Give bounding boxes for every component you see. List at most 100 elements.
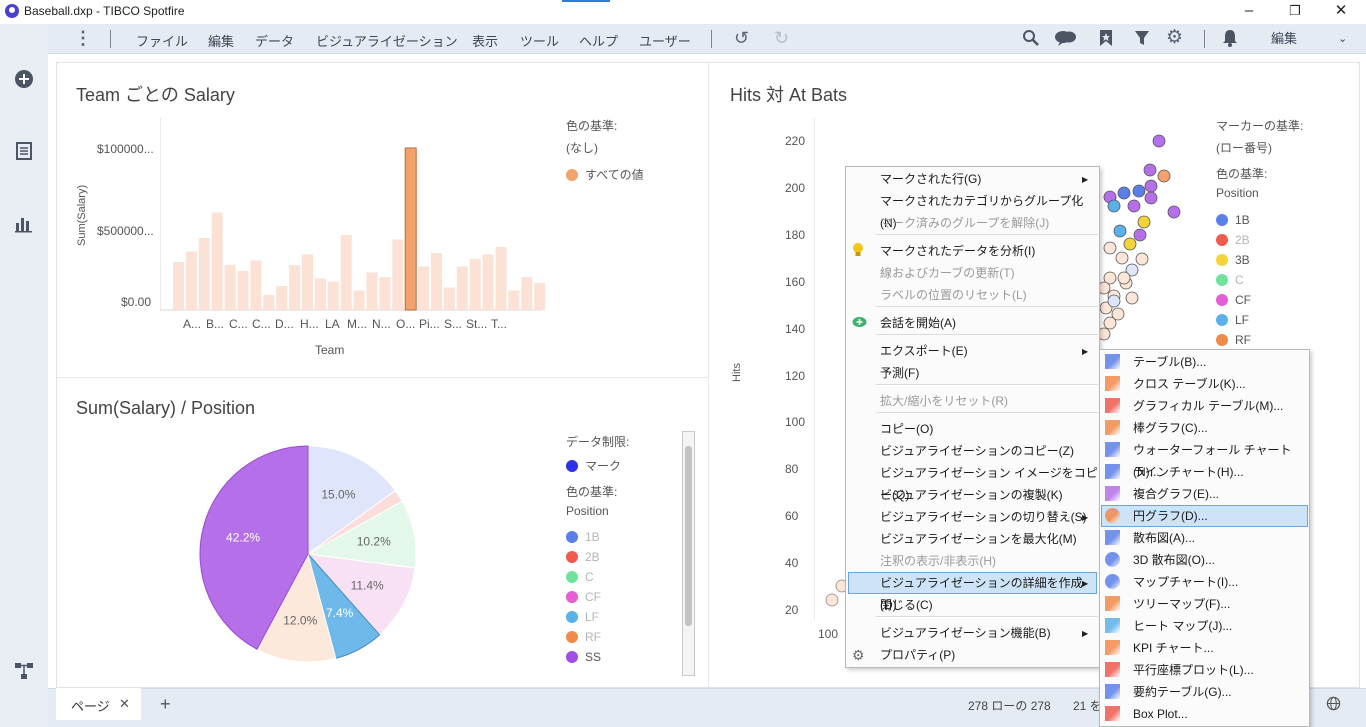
scatter-point[interactable] bbox=[1144, 179, 1158, 193]
bar[interactable] bbox=[237, 271, 249, 310]
bar[interactable] bbox=[250, 260, 262, 311]
scatter-point[interactable] bbox=[1107, 199, 1121, 213]
bar[interactable] bbox=[276, 286, 288, 310]
scatter-point[interactable] bbox=[1152, 134, 1166, 148]
context-menu-item[interactable]: ビジュアライゼーションの切り替え(S) bbox=[880, 506, 1087, 528]
restore-button[interactable]: ❐ bbox=[1272, 0, 1318, 24]
bar[interactable] bbox=[495, 247, 507, 310]
bookmark-icon[interactable] bbox=[1098, 29, 1114, 47]
context-menu-item[interactable]: マーク済みのグループを解除(J) bbox=[880, 212, 1049, 234]
submenu-item[interactable]: クロス テーブル(K)... bbox=[1133, 373, 1246, 395]
menu-edit[interactable]: 編集 bbox=[208, 31, 234, 50]
bar[interactable] bbox=[185, 251, 197, 311]
context-menu-item[interactable]: 線およびカーブの更新(T) bbox=[880, 262, 1015, 284]
mode-select[interactable]: 編集 ⌄ bbox=[1258, 29, 1358, 49]
scatter-legend-item[interactable]: CF bbox=[1216, 293, 1251, 307]
scatter-point[interactable] bbox=[1125, 291, 1139, 305]
scatter-point[interactable] bbox=[1167, 205, 1181, 219]
undo-icon[interactable]: ↺ bbox=[734, 28, 749, 49]
minimize-button[interactable]: – bbox=[1226, 0, 1272, 24]
add-icon[interactable] bbox=[13, 68, 35, 90]
submenu-item[interactable]: 要約テーブル(G)... bbox=[1133, 681, 1232, 703]
context-menu-item[interactable]: 閉じる(C) bbox=[880, 594, 933, 616]
bar-legend-item[interactable]: すべての値 bbox=[566, 166, 644, 183]
submenu-item[interactable]: 3D 散布図(O)... bbox=[1133, 549, 1215, 571]
context-menu-item[interactable]: マークされたカテゴリからグループ化(N) bbox=[880, 190, 1099, 230]
scatter-point[interactable] bbox=[1133, 228, 1147, 242]
bar[interactable] bbox=[366, 272, 378, 311]
bar[interactable] bbox=[392, 239, 404, 311]
scatter-point[interactable] bbox=[1117, 271, 1131, 285]
scatter-point[interactable] bbox=[1135, 252, 1149, 266]
bar[interactable] bbox=[314, 278, 326, 311]
scatter-point[interactable] bbox=[1137, 215, 1151, 229]
bar[interactable] bbox=[418, 266, 430, 311]
bar[interactable] bbox=[508, 290, 520, 311]
bar[interactable] bbox=[456, 266, 468, 311]
bar[interactable] bbox=[482, 254, 494, 311]
scatter-legend-item[interactable]: C bbox=[1216, 273, 1244, 287]
bar[interactable] bbox=[173, 262, 184, 310]
pie-legend-item[interactable]: RF bbox=[566, 630, 601, 644]
scatter-point[interactable] bbox=[1157, 169, 1171, 183]
bar[interactable] bbox=[404, 147, 417, 311]
submenu-item[interactable]: 円グラフ(D)... bbox=[1133, 505, 1208, 527]
submenu-item[interactable]: Box Plot... bbox=[1133, 703, 1188, 725]
data-table-icon[interactable] bbox=[13, 140, 35, 162]
scatter-legend-item[interactable]: LF bbox=[1216, 313, 1249, 327]
bar[interactable] bbox=[263, 295, 275, 310]
submenu-item[interactable]: KPI チャート... bbox=[1133, 637, 1214, 659]
close-button[interactable]: ✕ bbox=[1318, 0, 1364, 24]
scatter-point[interactable] bbox=[825, 593, 839, 607]
context-menu-item[interactable]: プロパティ(P) bbox=[880, 644, 955, 666]
context-menu-item[interactable]: マークされたデータを分析(I) bbox=[880, 240, 1035, 262]
context-menu-item[interactable]: コピー(O) bbox=[880, 418, 933, 440]
context-menu-item[interactable]: 拡大/縮小をリセット(R) bbox=[880, 390, 1008, 412]
submenu-item[interactable]: ウォーターフォール チャート(N)... bbox=[1133, 439, 1309, 479]
scatter-point[interactable] bbox=[1113, 224, 1127, 238]
scatter-point[interactable] bbox=[1107, 294, 1121, 308]
notification-bell-icon[interactable] bbox=[1222, 29, 1238, 47]
bar-chart-plot[interactable] bbox=[160, 118, 546, 314]
bar[interactable] bbox=[302, 254, 313, 311]
menu-tools[interactable]: ツール bbox=[520, 31, 559, 50]
submenu-item[interactable]: 複合グラフ(E)... bbox=[1133, 483, 1219, 505]
bar[interactable] bbox=[431, 253, 442, 310]
context-menu-item[interactable]: 予測(F) bbox=[880, 362, 919, 384]
bar[interactable] bbox=[353, 290, 365, 311]
context-menu-item[interactable]: ビジュアライゼーションの詳細を作成(D) bbox=[880, 572, 1099, 612]
scatter-point[interactable] bbox=[1117, 186, 1131, 200]
collaboration-icon[interactable] bbox=[1054, 29, 1078, 47]
scatter-point[interactable] bbox=[1123, 237, 1137, 251]
menu-visualization[interactable]: ビジュアライゼーション bbox=[316, 31, 458, 50]
bar[interactable] bbox=[443, 287, 455, 311]
scatter-point[interactable] bbox=[1143, 163, 1157, 177]
scatter-legend-item[interactable]: 2B bbox=[1216, 233, 1250, 247]
menu-view[interactable]: 表示 bbox=[472, 31, 498, 50]
scatter-point[interactable] bbox=[1132, 184, 1146, 198]
context-menu-item[interactable]: ビジュアライゼーションのコピー(Z) bbox=[880, 440, 1074, 462]
context-menu-item[interactable]: エクスポート(E) bbox=[880, 340, 968, 362]
pie-limit-item[interactable]: マーク bbox=[566, 457, 621, 474]
bar[interactable] bbox=[198, 238, 210, 310]
bar[interactable] bbox=[224, 265, 236, 310]
menu-data[interactable]: データ bbox=[255, 31, 294, 50]
scatter-legend-item[interactable]: RF bbox=[1216, 333, 1251, 347]
pie-legend-item[interactable]: C bbox=[566, 570, 594, 584]
add-page-button[interactable]: + bbox=[160, 694, 171, 715]
submenu-item[interactable]: グラフィカル テーブル(M)... bbox=[1133, 395, 1283, 417]
submenu-item[interactable]: 平行座標プロット(L)... bbox=[1133, 659, 1254, 681]
submenu-item[interactable]: ヒート マップ(J)... bbox=[1133, 615, 1232, 637]
submenu-item[interactable]: テーブル(B)... bbox=[1133, 351, 1206, 373]
scatter-point[interactable] bbox=[1115, 251, 1129, 265]
context-menu-item[interactable]: ビジュアライゼーション イメージをコピー(Q) bbox=[880, 462, 1099, 502]
submenu-item[interactable]: マップチャート(I)... bbox=[1133, 571, 1238, 593]
bar[interactable] bbox=[340, 235, 352, 310]
submenu-item[interactable]: ツリーマップ(F)... bbox=[1133, 593, 1230, 615]
scatter-point[interactable] bbox=[1103, 241, 1117, 255]
more-vert-icon[interactable]: ⋮ bbox=[74, 28, 92, 49]
scatter-point[interactable] bbox=[1103, 316, 1117, 330]
context-menu-item[interactable]: ビジュアライゼーションの複製(K) bbox=[880, 484, 1063, 506]
bar[interactable] bbox=[521, 277, 533, 310]
close-tab-icon[interactable]: ✕ bbox=[119, 696, 130, 712]
